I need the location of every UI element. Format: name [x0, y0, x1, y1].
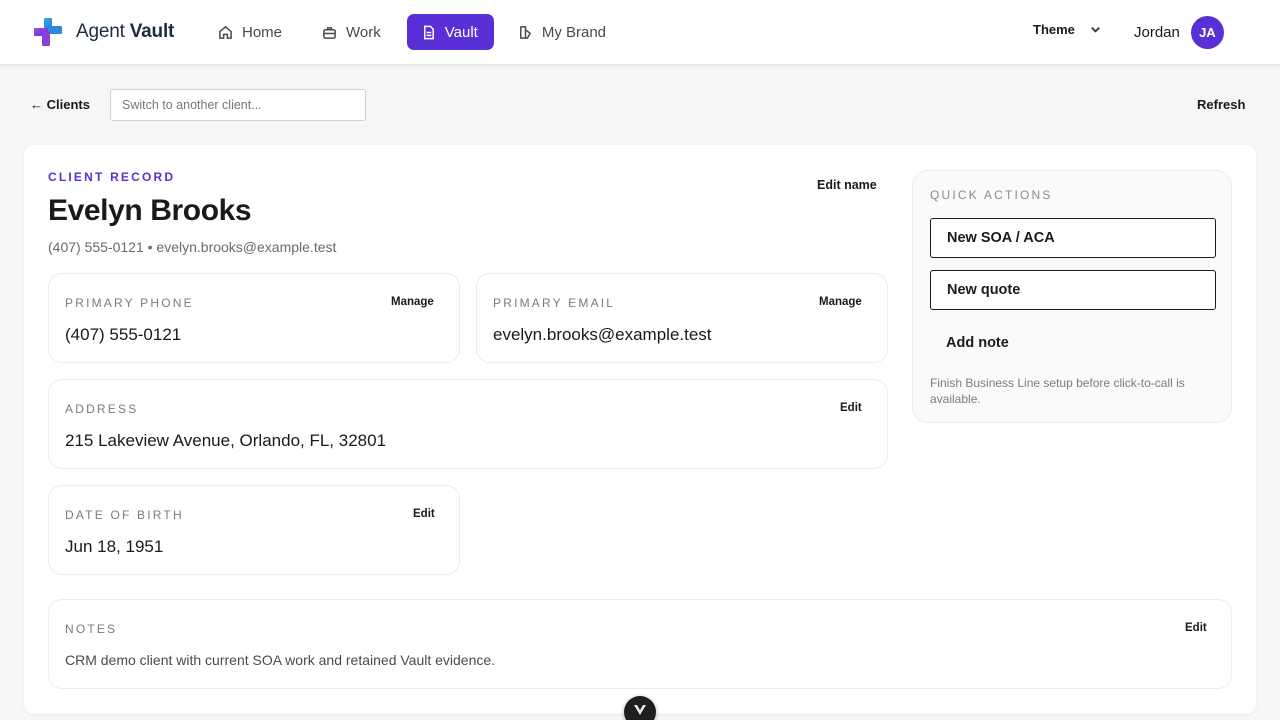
nav-item-my-brand[interactable]: My Brand [504, 14, 622, 50]
nav-item-label: Work [346, 23, 381, 41]
new-quote-button[interactable]: New quote [930, 270, 1216, 310]
add-note-button[interactable]: Add note [946, 335, 1009, 351]
primary-phone-card: PRIMARY PHONE Manage (407) 555-0121 [48, 273, 460, 363]
avatar[interactable]: JA [1190, 16, 1224, 49]
nav-item-label: Home [242, 23, 283, 41]
client-name: Evelyn Brooks [48, 194, 252, 227]
nav-item-label: Vault [444, 23, 478, 41]
edit-notes-button[interactable]: Edit [1185, 622, 1207, 634]
date-of-birth-value: Jun 18, 1951 [65, 537, 164, 556]
field-label: NOTES [65, 622, 118, 636]
edit-name-button[interactable]: Edit name [817, 178, 877, 192]
home-icon [219, 25, 232, 39]
quick-actions-panel: QUICK ACTIONS New SOA / ACA New quote Ad… [912, 170, 1232, 423]
switch-client-input[interactable] [110, 89, 366, 121]
theme-label: Theme [1033, 22, 1075, 37]
field-label: PRIMARY PHONE [65, 296, 194, 310]
brand-name: Agent Vault [76, 21, 175, 42]
theme-dropdown[interactable]: Theme [1033, 22, 1102, 37]
refresh-button[interactable]: Refresh [1197, 97, 1245, 112]
briefcase-icon [323, 26, 336, 39]
date-of-birth-card: DATE OF BIRTH Edit Jun 18, 1951 [48, 485, 460, 575]
v-logo-icon [634, 705, 646, 715]
client-record-eyebrow: CLIENT RECORD [48, 170, 176, 184]
nav-item-home[interactable]: Home [204, 14, 298, 50]
notes-value: CRM demo client with current SOA work an… [65, 652, 496, 668]
field-label: PRIMARY EMAIL [493, 296, 616, 310]
primary-email-card: PRIMARY EMAIL Manage evelyn.brooks@examp… [476, 273, 888, 363]
edit-address-button[interactable]: Edit [840, 402, 862, 414]
primary-email-value: evelyn.brooks@example.test [493, 325, 712, 344]
address-value: 215 Lakeview Avenue, Orlando, FL, 32801 [65, 431, 387, 450]
client-contact-summary: (407) 555-0121 • evelyn.brooks@example.t… [48, 239, 337, 255]
primary-phone-value: (407) 555-0121 [65, 325, 182, 344]
brand-icon [519, 25, 531, 39]
address-card: ADDRESS Edit 215 Lakeview Avenue, Orland… [48, 379, 888, 469]
nav-item-vault[interactable]: Vault [406, 14, 494, 50]
floating-widget-button[interactable] [624, 696, 656, 720]
new-soa-aca-button[interactable]: New SOA / ACA [930, 218, 1216, 258]
main-nav: Home Work Vault My Brand [204, 14, 622, 50]
brand-logo[interactable]: Agent Vault [32, 16, 174, 48]
top-navigation-bar: Agent Vault Home Work Vault My Brand The… [0, 0, 1280, 65]
quick-actions-title: QUICK ACTIONS [930, 188, 1053, 202]
edit-dob-button[interactable]: Edit [413, 508, 435, 520]
agent-vault-logo-icon [34, 18, 62, 46]
chevron-down-icon [1091, 26, 1100, 33]
field-label: ADDRESS [65, 402, 139, 416]
nav-item-work[interactable]: Work [308, 14, 397, 50]
user-menu[interactable]: Jordan JA [1134, 16, 1224, 49]
back-to-clients-link[interactable]: ← Clients [30, 97, 90, 112]
field-label: DATE OF BIRTH [65, 508, 184, 522]
user-name: Jordan [1134, 24, 1180, 41]
business-line-notice: Finish Business Line setup before click-… [930, 376, 1185, 406]
nav-item-label: My Brand [541, 23, 607, 41]
manage-email-button[interactable]: Manage [819, 296, 862, 308]
manage-phone-button[interactable]: Manage [391, 296, 434, 308]
notes-card: NOTES Edit CRM demo client with current … [48, 599, 1232, 689]
document-icon [423, 25, 434, 39]
